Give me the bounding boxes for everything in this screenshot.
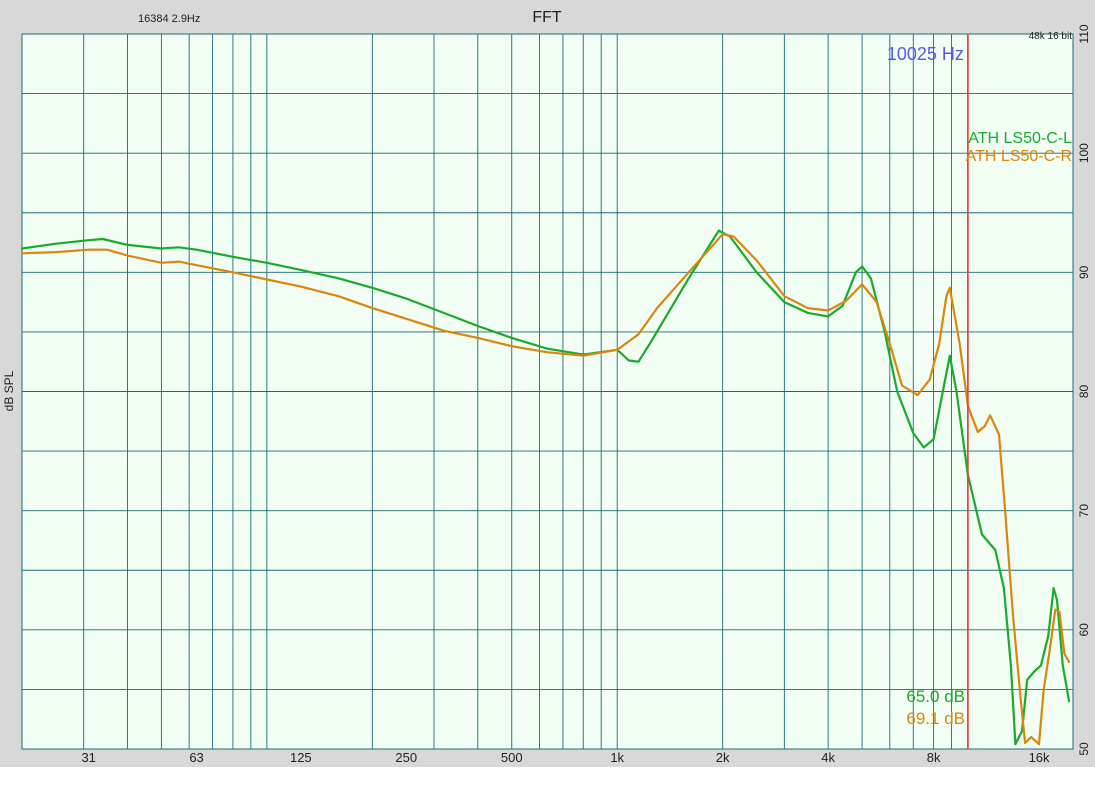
x-tick-label: 500 — [501, 750, 523, 765]
x-tick-label: 31 — [81, 750, 95, 765]
readout-series-l: 65.0 dB — [906, 687, 965, 706]
x-tick-label: 4k — [821, 750, 835, 765]
x-tick-label: 250 — [395, 750, 417, 765]
chart-title: FFT — [532, 9, 562, 26]
x-tick-label: 63 — [189, 750, 203, 765]
format-label: 48k 16 bit — [1029, 31, 1073, 42]
bottom-white-area — [0, 767, 1095, 800]
y-tick-label: 50 — [1077, 742, 1091, 756]
x-tick-label: 125 — [290, 750, 312, 765]
x-tick-label: 8k — [927, 750, 941, 765]
y-tick-label: 100 — [1077, 143, 1091, 163]
fft-info: 16384 2.9Hz — [138, 13, 200, 25]
y-tick-label: 60 — [1077, 623, 1091, 637]
y-tick-label: 90 — [1077, 265, 1091, 279]
y-tick-label: 110 — [1077, 24, 1091, 43]
readout-series-r: 69.1 dB — [906, 709, 965, 728]
y-tick-label: 70 — [1077, 504, 1091, 518]
cursor-frequency-label: 10025 Hz — [887, 44, 964, 64]
fft-chart-svg: 31 63 125 250 500 1k 2k 4k 8k 16k 50 60 70 80 90 100 110… — [0, 0, 1095, 800]
legend-series-l: ATH LS50-C-L — [968, 130, 1072, 147]
y-axis-label: dB SPL — [2, 370, 16, 411]
x-tick-label: 2k — [716, 750, 730, 765]
x-tick-label: 16k — [1029, 750, 1050, 765]
x-tick-label: 1k — [610, 750, 624, 765]
y-tick-label: 80 — [1077, 385, 1091, 399]
legend-series-r: ATH LS50-C-R — [966, 148, 1072, 165]
fft-chart: 31 63 125 250 500 1k 2k 4k 8k 16k 50 60 70 80 90 100 110… — [0, 0, 1095, 800]
